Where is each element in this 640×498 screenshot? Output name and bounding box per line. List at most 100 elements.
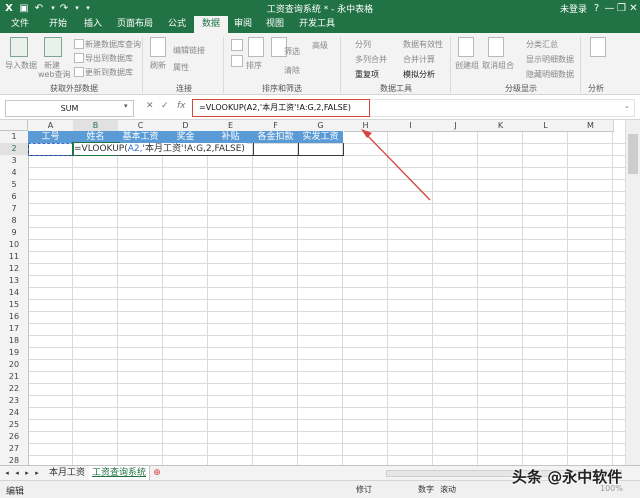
edit-prefix: =VLOOKUP(: [74, 144, 128, 154]
sort-icon[interactable]: [248, 37, 264, 57]
status-revise[interactable]: 修订: [356, 484, 372, 495]
table-header-cell[interactable]: 实发工资: [298, 131, 344, 143]
last-sheet-icon[interactable]: ▸: [33, 466, 41, 480]
ribbon: 导入数据 新建 web查询 新建数据库查询 导出到数据库 更新到数据库 获取外部…: [0, 33, 640, 95]
prev-sheet-icon[interactable]: ◂: [13, 466, 21, 480]
name-box[interactable]: SUM: [5, 100, 134, 117]
undo-icon[interactable]: ↶: [33, 1, 45, 15]
column-header-h[interactable]: H: [343, 120, 389, 132]
cell-edit-text[interactable]: =VLOOKUP(A2,'本月工资'!A:G,2,FALSE): [74, 143, 247, 155]
multi-column-merge-button[interactable]: 多列合并: [355, 54, 387, 65]
watermark: 头条 @永中软件: [512, 468, 623, 486]
ribbon-separator: [223, 37, 224, 93]
properties-button[interactable]: 属性: [173, 62, 189, 73]
analysis-icon[interactable]: [590, 37, 606, 57]
clear-filter-button[interactable]: 清除: [284, 65, 300, 76]
tab-data[interactable]: 数据: [194, 16, 228, 33]
help-icon[interactable]: ?: [590, 0, 603, 16]
tab-formulas[interactable]: 公式: [160, 16, 194, 33]
spreadsheet-grid[interactable]: A B C D E F G H I J K L M 1 2 3 4 5 6 7 …: [0, 120, 625, 465]
tab-home[interactable]: 开始: [40, 16, 76, 33]
column-header-i[interactable]: I: [388, 120, 434, 132]
update-to-db-button[interactable]: 更新到数据库: [85, 67, 133, 78]
import-data-button[interactable]: 导入数据: [5, 60, 37, 71]
create-group-button[interactable]: 创建组: [455, 60, 479, 71]
name-box-dropdown-icon[interactable]: ▾: [124, 102, 128, 110]
close-icon[interactable]: ✕: [627, 0, 640, 16]
scroll-thumb[interactable]: [628, 134, 638, 174]
edit-links-button[interactable]: 编辑链接: [173, 45, 205, 56]
what-if-analysis-button[interactable]: 模拟分析: [403, 69, 435, 80]
update-db-icon: [74, 67, 84, 77]
vertical-scrollbar[interactable]: [625, 120, 640, 465]
cell-f2[interactable]: [253, 143, 299, 156]
next-sheet-icon[interactable]: ▸: [23, 466, 31, 480]
status-mode: 编辑: [6, 487, 25, 497]
tab-file[interactable]: 文件: [0, 16, 40, 33]
import-data-icon[interactable]: [10, 37, 28, 57]
export-db-icon: [74, 53, 84, 63]
tab-review[interactable]: 审阅: [228, 16, 258, 33]
enter-icon[interactable]: ✓: [161, 101, 169, 111]
split-columns-button[interactable]: 分列: [355, 39, 371, 50]
subtotal-button[interactable]: 分类汇总: [526, 39, 558, 50]
show-detail-button[interactable]: 显示明细数据: [526, 54, 574, 65]
group-icon[interactable]: [458, 37, 474, 57]
edit-rest: '本月工资'!A:G,2,FALSE): [142, 144, 245, 154]
customize-quick-access-icon[interactable]: ▾: [84, 1, 92, 15]
ungroup-icon[interactable]: [488, 37, 504, 57]
add-sheet-icon[interactable]: ⊕: [152, 466, 162, 480]
group-label-get-external: 获取外部数据: [50, 84, 98, 93]
table-header-cell[interactable]: 工号: [28, 131, 74, 143]
sheet-tab-monthly-salary[interactable]: 本月工资: [45, 466, 90, 480]
sort-desc-icon[interactable]: [231, 55, 243, 67]
cell-g2[interactable]: [298, 143, 344, 156]
tab-page-layout[interactable]: 页面布局: [110, 16, 160, 33]
login-link[interactable]: 未登录: [560, 2, 587, 15]
undo-dropdown-icon[interactable]: ▾: [49, 1, 57, 15]
select-all-corner[interactable]: [0, 120, 28, 131]
tab-view[interactable]: 视图: [258, 16, 292, 33]
app-logo-icon: X: [5, 2, 13, 14]
column-header-k[interactable]: K: [478, 120, 524, 132]
duplicates-button[interactable]: 重复项: [355, 69, 379, 80]
expand-formula-bar-icon[interactable]: ⌄: [624, 102, 630, 110]
insert-function-icon[interactable]: fx: [177, 101, 186, 111]
column-header-l[interactable]: L: [523, 120, 569, 132]
consolidate-button[interactable]: 合并计算: [403, 54, 435, 65]
ribbon-separator: [580, 37, 581, 93]
sort-button[interactable]: 排序: [246, 60, 262, 71]
new-db-query-button[interactable]: 新建数据库查询: [85, 39, 141, 50]
tab-developer[interactable]: 开发工具: [292, 16, 342, 33]
table-header-cell[interactable]: 奖金: [163, 131, 209, 143]
table-header-cell[interactable]: 补贴: [208, 131, 254, 143]
filter-button[interactable]: 筛选: [284, 46, 300, 57]
advanced-filter-button[interactable]: 高级: [312, 40, 328, 51]
hide-detail-button[interactable]: 隐藏明细数据: [526, 69, 574, 80]
first-sheet-icon[interactable]: ◂: [3, 466, 11, 480]
refresh-icon[interactable]: [150, 37, 166, 57]
row-header[interactable]: 28: [0, 455, 29, 465]
ribbon-separator: [142, 37, 143, 93]
ungroup-button[interactable]: 取消组合: [482, 60, 514, 71]
redo-icon[interactable]: ↷: [58, 1, 70, 15]
column-header-m[interactable]: M: [568, 120, 614, 132]
export-to-db-button[interactable]: 导出到数据库: [85, 53, 133, 64]
web-query-icon[interactable]: [44, 37, 62, 57]
sheet-tab-salary-query[interactable]: 工资查询系统: [89, 466, 150, 480]
group-label-sort-filter: 排序和筛选: [262, 84, 302, 93]
gridlines: [28, 131, 625, 465]
tab-insert[interactable]: 插入: [76, 16, 110, 33]
redo-dropdown-icon[interactable]: ▾: [73, 1, 81, 15]
column-header-j[interactable]: J: [433, 120, 479, 132]
db-query-icon: [74, 39, 84, 49]
save-icon[interactable]: ▣: [18, 1, 30, 15]
refresh-button[interactable]: 刷新: [150, 60, 166, 71]
sort-asc-icon[interactable]: [231, 39, 243, 51]
table-header-cell[interactable]: 基本工资: [118, 131, 164, 143]
table-header-cell[interactable]: 各金扣款: [253, 131, 299, 143]
cancel-icon[interactable]: ✕: [146, 101, 154, 111]
title-bar: X ▣ ↶ ▾ ↷ ▾ ▾ 工资查询系统 * - 永中表格 未登录 ? — ❐ …: [0, 0, 640, 16]
data-validation-button[interactable]: 数据有效性: [403, 39, 443, 50]
formula-input[interactable]: =VLOOKUP(A2,'本月工资'!A:G,2,FALSE): [192, 99, 370, 117]
